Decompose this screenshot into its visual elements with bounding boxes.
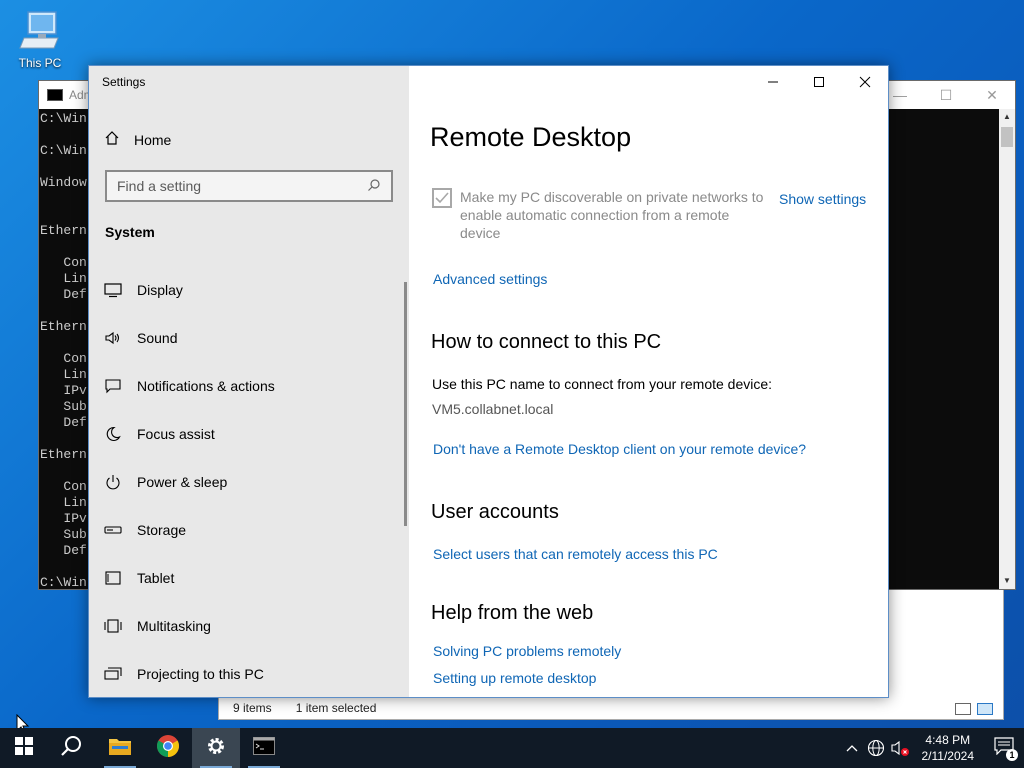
cmd-icon — [47, 89, 63, 101]
how-to-connect-heading: How to connect to this PC — [431, 331, 662, 353]
nav-label-tablet: Tablet — [137, 570, 175, 586]
home-icon — [104, 130, 120, 149]
nav-label-sound: Sound — [137, 330, 178, 346]
select-users-link[interactable]: Select users that can remotely access th… — [433, 546, 718, 562]
taskbar-file-explorer[interactable] — [96, 728, 144, 768]
system-nav-list: Display Sound Notifications & actions Fo… — [89, 266, 405, 698]
scroll-thumb[interactable] — [1001, 127, 1013, 147]
view-toggles — [955, 703, 993, 715]
windows-logo-icon — [15, 736, 33, 760]
details-view-icon[interactable] — [955, 703, 971, 715]
cmd-scrollbar[interactable]: ▲ ▼ — [999, 109, 1015, 589]
moon-icon — [104, 425, 122, 443]
scroll-up-icon[interactable]: ▲ — [999, 109, 1015, 125]
help-link-setup[interactable]: Setting up remote desktop — [433, 670, 596, 686]
nav-item-storage[interactable]: Storage — [89, 506, 405, 554]
nav-label-storage: Storage — [137, 522, 187, 538]
settings-window[interactable]: Settings Home System Display Sound — [88, 65, 889, 698]
find-setting-search[interactable] — [105, 170, 393, 202]
taskbar-chrome[interactable] — [144, 728, 192, 768]
taskbar-cmd[interactable] — [240, 728, 288, 768]
cmd-maximize-button[interactable]: ☐ — [923, 81, 969, 109]
advanced-settings-link[interactable]: Advanced settings — [433, 271, 547, 287]
search-input[interactable] — [117, 178, 367, 194]
use-pc-name-text: Use this PC name to connect from your re… — [432, 376, 773, 392]
nav-label-notifications: Notifications & actions — [137, 378, 275, 394]
nav-label-multitasking: Multitasking — [137, 618, 211, 634]
taskbar-search-button[interactable] — [48, 728, 96, 768]
start-button[interactable] — [0, 728, 48, 768]
no-client-link[interactable]: Don't have a Remote Desktop client on yo… — [433, 441, 806, 457]
power-icon — [104, 473, 122, 491]
nav-label-projecting: Projecting to this PC — [137, 666, 264, 682]
action-center-button[interactable]: 1 — [984, 728, 1024, 768]
nav-item-focus-assist[interactable]: Focus assist — [89, 410, 405, 458]
search-icon[interactable] — [367, 178, 381, 195]
help-link-solving[interactable]: Solving PC problems remotely — [433, 643, 621, 659]
selected-count: 1 item selected — [295, 701, 377, 715]
clock-time: 4:48 PM — [925, 733, 971, 747]
nav-label-focus-assist: Focus assist — [137, 426, 215, 442]
caption-buttons — [750, 66, 888, 98]
sidebar-scrollbar[interactable] — [404, 282, 407, 526]
notification-icon — [104, 377, 122, 395]
items-count: 9 items — [233, 701, 272, 715]
taskbar-settings[interactable] — [192, 728, 240, 768]
nav-item-notifications[interactable]: Notifications & actions — [89, 362, 405, 410]
storage-icon — [104, 521, 122, 539]
desktop-icon-this-pc[interactable]: This PC — [12, 8, 68, 70]
cmd-caption-buttons: — ☐ ✕ — [877, 81, 1015, 109]
section-heading: System — [105, 224, 155, 240]
page-title: Remote Desktop — [430, 122, 632, 152]
multitasking-icon — [104, 617, 122, 635]
scroll-down-icon[interactable]: ▼ — [999, 573, 1015, 589]
minimize-button[interactable] — [750, 66, 796, 98]
network-globe-icon[interactable] — [864, 728, 888, 768]
clock-date: 2/11/2024 — [921, 749, 975, 763]
nav-label-display: Display — [137, 282, 183, 298]
search-icon — [61, 735, 83, 762]
taskbar-clock[interactable]: 4:48 PM 2/11/2024 — [912, 732, 985, 764]
discoverable-option: Make my PC discoverable on private netwo… — [432, 188, 766, 242]
pc-name-value: VM5.collabnet.local — [432, 401, 554, 417]
nav-item-power-sleep[interactable]: Power & sleep — [89, 458, 405, 506]
show-hidden-icons-chevron-icon[interactable] — [840, 728, 864, 768]
nav-item-display[interactable]: Display — [89, 266, 405, 314]
settings-content: Remote Desktop Make my PC discoverable o… — [409, 66, 888, 697]
chrome-icon — [156, 734, 180, 763]
home-nav-item[interactable]: Home — [104, 130, 171, 149]
computer-icon — [18, 8, 62, 54]
window-title: Settings — [102, 75, 146, 89]
discoverable-checkbox[interactable] — [432, 188, 452, 208]
home-label: Home — [134, 131, 172, 148]
user-accounts-heading: User accounts — [431, 501, 559, 523]
notification-badge: 1 — [1006, 749, 1018, 761]
monitor-icon — [104, 281, 122, 299]
tablet-icon — [104, 569, 122, 587]
nav-item-sound[interactable]: Sound — [89, 314, 405, 362]
cmd-close-button[interactable]: ✕ — [969, 81, 1015, 109]
maximize-button[interactable] — [796, 66, 842, 98]
help-web-heading: Help from the web — [431, 602, 594, 624]
speaker-icon — [104, 329, 122, 347]
explorer-status-bar: 9 items 1 item selected — [219, 697, 1003, 719]
close-button[interactable] — [842, 66, 888, 98]
folder-icon — [108, 736, 132, 761]
show-settings-link[interactable]: Show settings — [779, 191, 866, 207]
gear-icon — [205, 735, 227, 762]
desktop-icon-label: This PC — [18, 56, 62, 70]
large-icons-view-icon[interactable] — [977, 703, 993, 715]
system-tray: 4:48 PM 2/11/2024 1 — [840, 728, 1024, 768]
taskbar: 4:48 PM 2/11/2024 1 — [0, 728, 1024, 768]
nav-item-multitasking[interactable]: Multitasking — [89, 602, 405, 650]
projecting-icon — [104, 665, 122, 683]
settings-sidebar: Settings Home System Display Sound — [89, 66, 409, 697]
nav-label-power-sleep: Power & sleep — [137, 474, 228, 490]
nav-item-tablet[interactable]: Tablet — [89, 554, 405, 602]
volume-muted-icon[interactable] — [888, 728, 912, 768]
discoverable-label: Make my PC discoverable on private netwo… — [460, 189, 764, 241]
terminal-icon — [253, 736, 275, 760]
nav-item-projecting[interactable]: Projecting to this PC — [89, 650, 405, 698]
